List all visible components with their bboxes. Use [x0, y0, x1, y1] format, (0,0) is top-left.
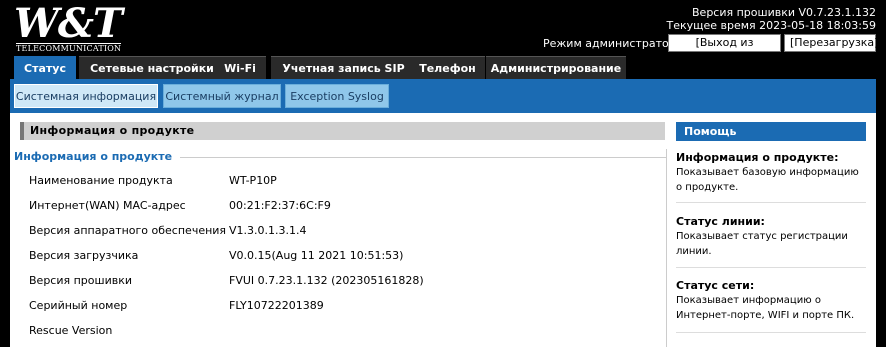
- help-item-text: Показывает статус регистрации линии.: [676, 231, 848, 257]
- legend-divider: [180, 157, 666, 158]
- help-item: Статус линии: Показывает статус регистра…: [676, 215, 866, 259]
- help-header: Помощь: [676, 122, 866, 141]
- content-panel: Информация о продукте Информация о проду…: [10, 113, 876, 347]
- logout-button[interactable]: [Выход из системы]: [668, 34, 781, 65]
- info-row: Наименование продукта WT-P10P: [29, 173, 649, 189]
- help-item-title: Информация о продукте:: [676, 151, 839, 164]
- info-row: Интернет(WAN) MAC-адрес 00:21:F2:37:6C:F…: [29, 198, 649, 214]
- info-value: FLY10722201389: [229, 299, 324, 312]
- subtab-exception-syslog[interactable]: Exception Syslog: [285, 84, 389, 108]
- info-key: Версия прошивки: [29, 274, 133, 287]
- subtab-system-log[interactable]: Системный журнал: [163, 84, 281, 108]
- info-row: Серийный номер FLY10722201389: [29, 298, 649, 314]
- tab-network-settings[interactable]: Сетевые настройки: [79, 56, 225, 80]
- info-value: V0.0.15(Aug 11 2021 10:51:53): [229, 249, 404, 262]
- logo-subtitle: TELECOMMUNICATION: [16, 43, 122, 53]
- help-divider: [676, 202, 866, 203]
- help-divider: [676, 332, 866, 333]
- help-divider: [676, 267, 866, 268]
- help-item-title: Статус линии:: [676, 215, 765, 228]
- tab-administration[interactable]: Администрирование: [486, 56, 626, 80]
- subtab-system-info[interactable]: Системная информация: [14, 84, 158, 108]
- info-key: Серийный номер: [29, 299, 128, 312]
- info-key: Версия аппаратного обеспечения: [29, 224, 227, 237]
- firmware-version: Версия прошивки V0.7.23.1.132: [692, 6, 876, 19]
- info-value: 00:21:F2:37:6C:F9: [229, 199, 331, 212]
- current-time: Текущее время 2023-05-18 18:03:59: [666, 19, 876, 32]
- tab-status[interactable]: Статус: [14, 56, 76, 80]
- tab-sip-account[interactable]: Учетная запись SIP: [271, 56, 416, 80]
- help-item: Информация о продукте: Показывает базову…: [676, 151, 866, 195]
- logo-mark: W&T: [14, 0, 123, 47]
- mode-label: Режим администратора: [543, 37, 683, 50]
- info-value: V1.3.0.1.3.1.4: [229, 224, 307, 237]
- reboot-button[interactable]: [Перезагрузка]: [784, 34, 878, 52]
- info-key: Интернет(WAN) MAC-адрес: [29, 199, 186, 212]
- info-row: Версия прошивки FVUI 0.7.23.1.132 (20230…: [29, 273, 649, 289]
- help-item: Статус сети: Показывает информацию о Инт…: [676, 279, 866, 323]
- section-header: Информация о продукте: [20, 122, 665, 140]
- help-item-text: Показывает информацию о Интернет-порте, …: [676, 295, 855, 321]
- info-value: FVUI 0.7.23.1.132 (202305161828): [229, 274, 424, 287]
- info-row: Rescue Version: [29, 323, 649, 339]
- help-item-title: Статус сети:: [676, 279, 755, 292]
- product-info-fieldset: Информация о продукте Наименование проду…: [14, 149, 666, 347]
- info-key: Rescue Version: [29, 324, 113, 337]
- info-row: Версия загрузчика V0.0.15(Aug 11 2021 10…: [29, 248, 649, 264]
- info-row: Версия аппаратного обеспечения V1.3.0.1.…: [29, 223, 649, 239]
- fieldset-legend: Информация о продукте: [14, 150, 179, 163]
- info-value: WT-P10P: [229, 174, 277, 187]
- content-divider: [666, 149, 667, 347]
- brand-logo: W&T TELECOMMUNICATION: [14, 0, 126, 54]
- tab-phone[interactable]: Телефон: [410, 56, 485, 80]
- help-item-text: Показывает базовую информацию о продукте…: [676, 167, 859, 193]
- header-info: Версия прошивки V0.7.23.1.132 Текущее вр…: [666, 6, 876, 32]
- info-key: Версия загрузчика: [29, 249, 139, 262]
- info-key: Наименование продукта: [29, 174, 173, 187]
- tab-wifi[interactable]: Wi-Fi: [214, 56, 266, 80]
